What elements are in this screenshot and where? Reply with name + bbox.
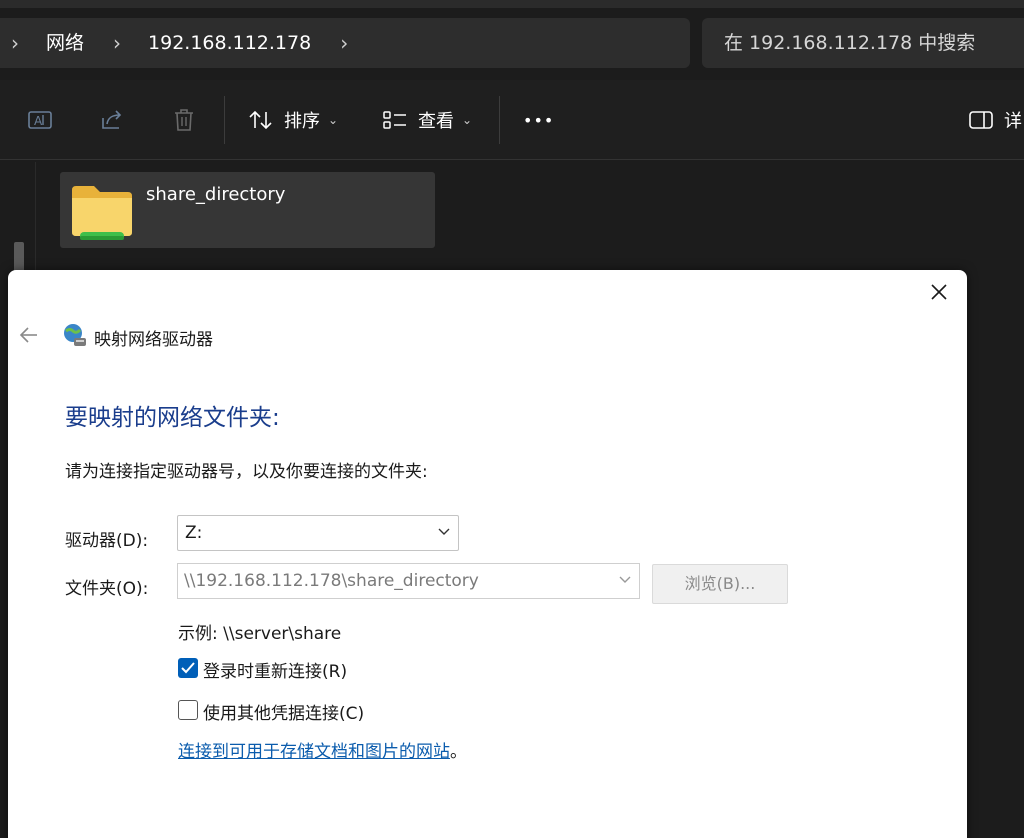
breadcrumb-network[interactable]: 网络 <box>46 18 84 68</box>
chevron-down-icon <box>438 528 450 535</box>
view-label: 查看 <box>418 111 454 132</box>
delete-icon[interactable] <box>170 106 198 134</box>
drive-letter-select[interactable]: Z: <box>177 515 459 551</box>
network-drive-icon <box>64 324 86 346</box>
address-bar[interactable]: › 网络 › 192.168.112.178 › <box>0 18 690 68</box>
command-bar: A 排序 ⌄ 查看 ⌄ ••• 详 <box>0 80 1024 160</box>
share-icon[interactable] <box>98 106 126 134</box>
link-suffix: 。 <box>450 742 467 762</box>
chevron-down-icon <box>619 576 631 583</box>
storage-website-link-row: 连接到可用于存储文档和图片的网站。 <box>178 737 467 762</box>
window-top-strip <box>0 0 1024 8</box>
folder-path-input[interactable]: \\192.168.112.178\share_directory <box>177 563 640 599</box>
drive-label: 驱动器(D): <box>65 531 149 551</box>
close-icon[interactable] <box>927 280 951 304</box>
other-credentials-checkbox[interactable] <box>178 700 198 720</box>
folder-label: 文件夹(O): <box>65 579 149 599</box>
breadcrumb-chevron-icon[interactable]: › <box>6 18 24 68</box>
rename-icon[interactable]: A <box>26 106 54 134</box>
sort-button[interactable]: 排序 ⌄ <box>248 102 338 138</box>
folder-item[interactable]: share_directory <box>60 172 435 248</box>
shared-folder-icon <box>72 186 132 240</box>
breadcrumb-host[interactable]: 192.168.112.178 <box>148 18 311 68</box>
search-input[interactable]: 在 192.168.112.178 中搜索 <box>702 18 1024 68</box>
sort-label: 排序 <box>284 111 320 132</box>
view-button[interactable]: 查看 ⌄ <box>382 102 472 138</box>
details-pane-icon <box>969 111 993 129</box>
folder-path-value: \\192.168.112.178\share_directory <box>184 571 479 591</box>
folder-name: share_directory <box>146 184 286 205</box>
reconnect-label[interactable]: 登录时重新连接(R) <box>203 657 347 682</box>
other-credentials-label[interactable]: 使用其他凭据连接(C) <box>203 699 364 724</box>
sort-icon <box>249 110 272 130</box>
more-options-button[interactable]: ••• <box>523 102 554 138</box>
toolbar-divider <box>499 96 500 144</box>
drive-letter-value: Z: <box>185 523 203 543</box>
dialog-title: 映射网络驱动器 <box>94 330 213 350</box>
example-text: 示例: \\server\share <box>178 624 342 644</box>
details-label: 详 <box>1004 111 1022 132</box>
checkmark-icon <box>181 662 195 674</box>
storage-website-link[interactable]: 连接到可用于存储文档和图片的网站 <box>178 742 450 762</box>
back-arrow-icon[interactable] <box>18 324 40 346</box>
chevron-down-icon: ⌄ <box>462 113 473 127</box>
breadcrumb-chevron-icon[interactable]: › <box>108 18 126 68</box>
breadcrumb-chevron-icon[interactable]: › <box>335 18 353 68</box>
toolbar-divider <box>224 96 225 144</box>
map-network-drive-dialog: 映射网络驱动器 要映射的网络文件夹: 请为连接指定驱动器号，以及你要连接的文件夹… <box>8 270 967 838</box>
details-pane-button[interactable]: 详 <box>968 102 1022 138</box>
browse-button[interactable]: 浏览(B)... <box>652 564 788 604</box>
dialog-instruction: 请为连接指定驱动器号，以及你要连接的文件夹: <box>65 462 428 482</box>
scrollbar-thumb[interactable] <box>14 242 24 272</box>
dialog-heading: 要映射的网络文件夹: <box>65 405 280 431</box>
reconnect-checkbox[interactable] <box>178 658 198 678</box>
view-list-icon <box>383 111 406 129</box>
chevron-down-icon: ⌄ <box>328 113 339 127</box>
svg-text:A: A <box>34 114 43 128</box>
